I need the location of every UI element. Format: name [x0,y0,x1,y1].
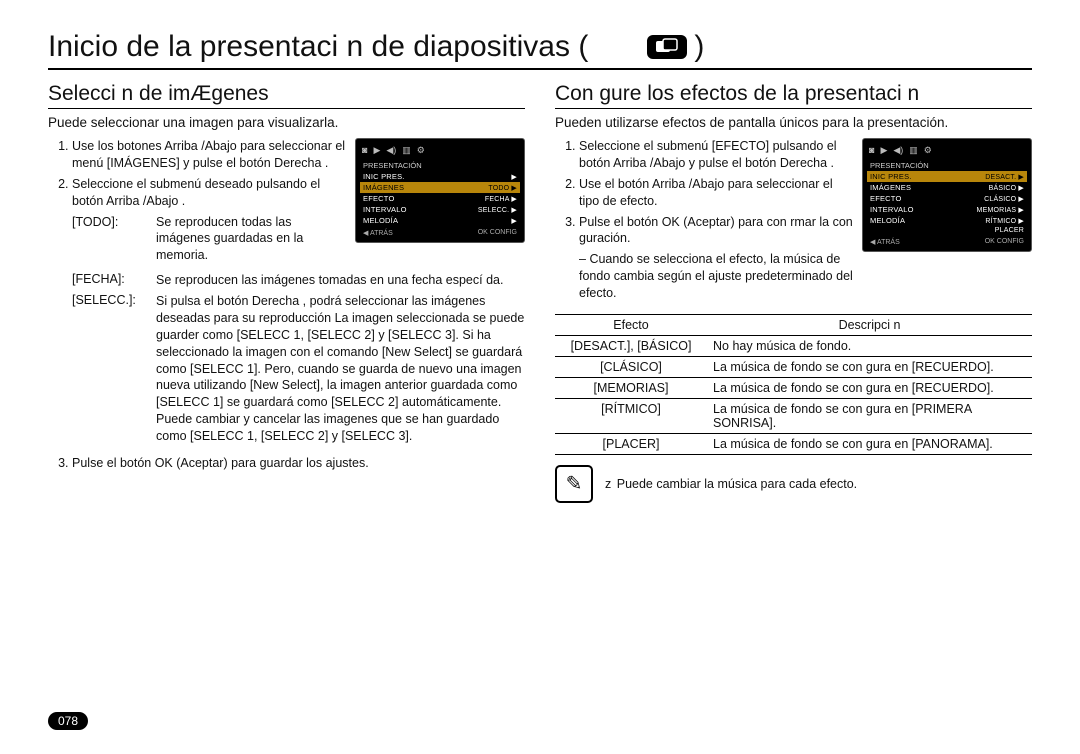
sound-icon: ◀) [386,145,396,156]
lcd-icon-row: ◙ ▶ ◀) ▥ ⚙ [360,143,520,160]
battery-icon: ▥ [402,145,411,156]
lcd-menu-row: EFECTOCLÁSICO ▶ [867,193,1027,204]
section-heading-right: Con gure los efectos de la presentaci n [555,82,1032,109]
page-title: Inicio de la presentaci n de diapositiva… [48,30,588,64]
lcd-menu-row: EFECTOFECHA ▶ [360,193,520,204]
lcd-menu-row: INTERVALOSELECC. ▶ [360,204,520,215]
settings-icon: ⚙ [924,145,932,156]
sound-icon: ◀) [893,145,903,156]
page-number-badge: 078 [48,712,88,730]
lcd-menu-row: INTERVALOMEMORIAS ▶ [867,204,1027,215]
slideshow-icon [598,33,688,61]
lcd-menu-row: INIC PRES.▶ [360,171,520,182]
lcd-preview-left: ◙ ▶ ◀) ▥ ⚙ PRESENTACIÓN INIC PRES.▶IMÁGE… [355,138,525,243]
play-icon: ▶ [880,145,887,156]
effects-table: Efecto Descripci n [DESACT.], [BÁSICO]No… [555,314,1032,455]
left-step-1: Use los botones Arriba /Abajo para selec… [72,138,347,172]
lcd-menu-row: IMÁGENESTODO ▶ [360,182,520,193]
right-step-3: Pulse el botón OK (Aceptar) para con rma… [579,214,854,302]
note-row: ✎ Puede cambiar la música para cada efec… [555,465,1032,503]
lcd-menu-row: PLACER [867,226,1027,235]
settings-icon: ⚙ [417,145,425,156]
right-intro: Pueden utilizarse efectos de pantalla ún… [555,115,1032,130]
manual-page: Inicio de la presentaci n de diapositiva… [0,0,1080,754]
lcd-menu-row: INIC PRES.DESACT. ▶ [867,171,1027,182]
left-step-2: Seleccione el submenú deseado pulsando e… [72,176,347,264]
table-row: [RÍTMICO]La música de fondo se con gura … [555,398,1032,433]
table-head-effect: Efecto [555,314,707,335]
lcd-preview-right: ◙ ▶ ◀) ▥ ⚙ PRESENTACIÓN INIC PRES.DESACT… [862,138,1032,252]
right-column: Con gure los efectos de la presentaci n … [555,82,1032,503]
lcd-menu-row: IMÁGENESBÁSICO ▶ [867,182,1027,193]
lcd-menu-row: MELODÍA▶ [360,215,520,226]
table-row: [PLACER]La música de fondo se con gura e… [555,433,1032,454]
right-steps: Seleccione el submenú [EFECTO] pulsando … [555,138,854,302]
page-title-row: Inicio de la presentaci n de diapositiva… [48,30,1032,70]
table-row: [MEMORIAS]La música de fondo se con gura… [555,377,1032,398]
battery-icon: ▥ [909,145,918,156]
content-columns: Selecci n de imÆgenes Puede seleccionar … [48,82,1032,503]
table-row: [DESACT.], [BÁSICO]No hay música de fond… [555,335,1032,356]
play-icon: ▶ [373,145,380,156]
right-step-2: Use el botón Arriba /Abajo para seleccio… [579,176,854,210]
page-title-close: ) [694,30,704,64]
note-text: Puede cambiar la música para cada efecto… [605,477,1032,491]
table-row: [CLÁSICO]La música de fondo se con gura … [555,356,1032,377]
lcd-menu-row: MELODÍARÍTMICO ▶ [867,215,1027,226]
definition-list: [TODO]: Se reproducen todas las imágenes… [72,214,347,265]
section-heading-left: Selecci n de imÆgenes [48,82,525,109]
left-step-3: Pulse el botón OK (Aceptar) para guardar… [72,455,525,472]
left-intro: Puede seleccionar una imagen para visual… [48,115,525,130]
note-icon: ✎ [555,465,593,503]
right-step-1: Seleccione el submenú [EFECTO] pulsando … [579,138,854,172]
camera-icon: ◙ [362,145,367,156]
left-column: Selecci n de imÆgenes Puede seleccionar … [48,82,525,503]
left-steps: Use los botones Arriba /Abajo para selec… [48,138,347,264]
lcd-icon-row: ◙ ▶ ◀) ▥ ⚙ [867,143,1027,160]
table-head-desc: Descripci n [707,314,1032,335]
camera-icon: ◙ [869,145,874,156]
definition-list-cont: [FECHA]: Se reproducen las imágenes toma… [48,272,525,445]
left-steps-cont: Pulse el botón OK (Aceptar) para guardar… [48,455,525,472]
